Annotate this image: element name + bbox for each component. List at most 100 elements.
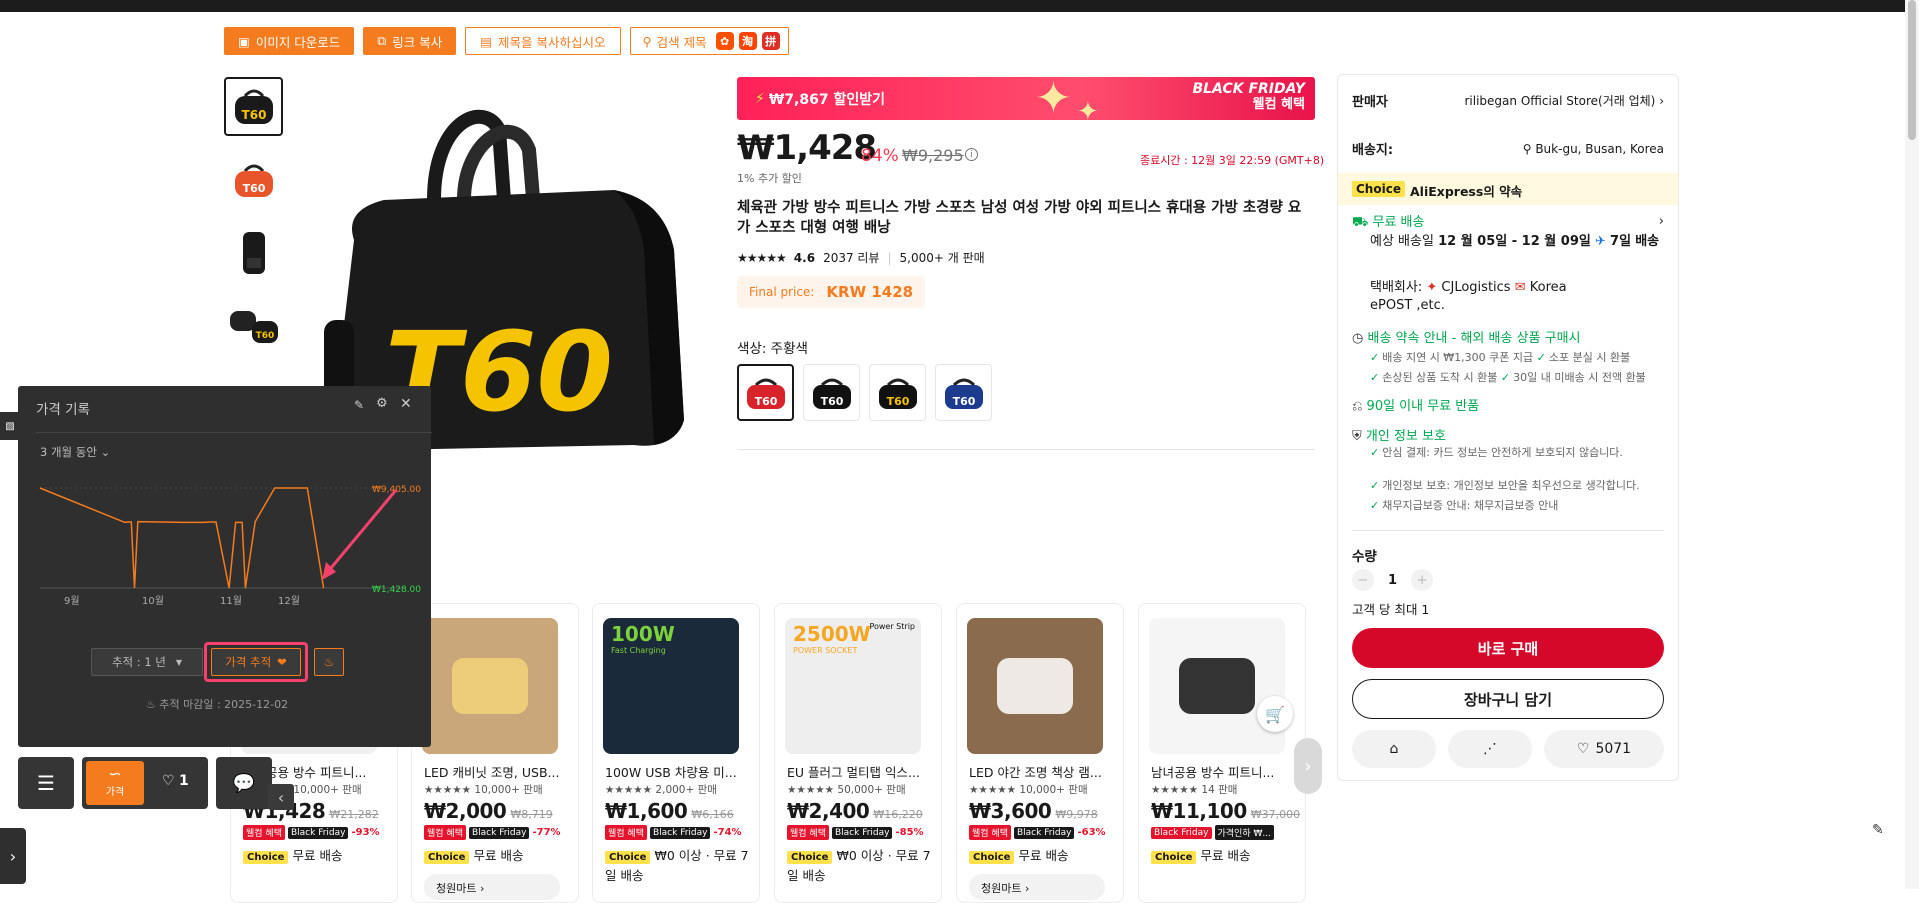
delivery-guarantee-link[interactable]: ◷ 배송 약속 안내 - 해외 배송 상품 구매시 bbox=[1352, 327, 1581, 346]
aliexpress-icon[interactable]: ✿ bbox=[715, 32, 734, 50]
swatch-black[interactable]: T60 bbox=[803, 364, 860, 421]
product-title[interactable]: LED 야간 조명 책상 램... bbox=[969, 762, 1114, 781]
sold-count: ★★★★★ 10,000+ 판매 bbox=[969, 784, 1088, 796]
product-image[interactable] bbox=[967, 618, 1103, 754]
search-title-button[interactable]: ⚲ 검색 제목 ✿ 淘 拼 bbox=[629, 27, 789, 55]
chevron-right-icon[interactable]: › bbox=[1659, 214, 1664, 229]
product-card[interactable]: 100W Fast Charging 100W USB 차량용 미... ★★★★★ … bbox=[592, 603, 760, 903]
choice-promise-bar: Choice AliExpress의 약속 bbox=[1338, 173, 1678, 205]
edit-icon[interactable]: ✎ bbox=[354, 398, 364, 412]
product-price: ₩1,600 ₩6,166 bbox=[605, 799, 734, 823]
purchase-sidebar: 판매자 rilibegan Official Store(거래 업체) › 배송… bbox=[1337, 74, 1679, 781]
product-title[interactable]: 100W USB 차량용 미... bbox=[605, 762, 750, 781]
buy-now-button[interactable]: 바로 구매 bbox=[1352, 628, 1664, 668]
menu-button[interactable]: ☰ bbox=[18, 757, 74, 809]
review-count[interactable]: 2037 리뷰 bbox=[823, 249, 879, 266]
minus-button[interactable]: − bbox=[1352, 569, 1374, 591]
heart-icon: ❤ bbox=[277, 655, 287, 669]
store-button[interactable]: ⌂ bbox=[1352, 730, 1436, 768]
ship-to-label: 배송지: bbox=[1352, 143, 1394, 158]
extension-toolbar: ▣ 이미지 다운로드 ⧉ 링크 복사 ▤ 제목을 복사하십시오 ⚲ 검색 제목 … bbox=[224, 27, 789, 55]
wishlist-button[interactable]: ♡ 5071 bbox=[1544, 730, 1664, 768]
product-image[interactable] bbox=[422, 618, 558, 754]
swatch-yellow[interactable]: T60 bbox=[869, 364, 926, 421]
thumbnail-3[interactable] bbox=[224, 223, 283, 282]
sold-count: ★★★★★ 2,000+ 판매 bbox=[605, 784, 717, 796]
pinduoduo-icon[interactable]: 拼 bbox=[761, 32, 780, 50]
trend-icon: ∽ bbox=[108, 764, 122, 783]
product-card[interactable]: LED 캐비닛 조명, USB... ★★★★★ 10,000+ 판매 ₩2,000… bbox=[411, 603, 579, 903]
download-images-button[interactable]: ▣ 이미지 다운로드 bbox=[224, 27, 355, 55]
expand-panel-button[interactable]: › bbox=[0, 828, 26, 884]
plus-button[interactable]: + bbox=[1411, 569, 1434, 591]
shipping-info: Choice 무료 배송 bbox=[1151, 847, 1301, 867]
product-title[interactable]: LED 캐비닛 조명, USB... bbox=[424, 762, 569, 781]
quantity-limit: 고객 당 최대 1 bbox=[1352, 602, 1430, 617]
svg-text:T60: T60 bbox=[886, 395, 909, 408]
bottom-group: ∽ 가격 ♡ 1 bbox=[82, 757, 208, 809]
product-tag: 2500W bbox=[793, 622, 871, 646]
swatch-red[interactable]: T60 bbox=[737, 364, 794, 421]
edit-page-icon[interactable]: ✎ bbox=[1872, 822, 1884, 838]
layers-icon: ☰ bbox=[37, 771, 55, 795]
quantity-value[interactable]: 1 bbox=[1388, 573, 1397, 588]
track-price-button[interactable]: 가격 추적 ❤ bbox=[211, 648, 301, 676]
carousel-next-button[interactable]: › bbox=[1294, 738, 1322, 794]
privacy-link[interactable]: ⛨ 개인 정보 보호 bbox=[1352, 425, 1446, 444]
seller-label: 판매자 bbox=[1352, 95, 1388, 110]
swatch-blue[interactable]: T60 bbox=[935, 364, 992, 421]
scrollbar-track[interactable] bbox=[1905, 0, 1919, 889]
chevron-left-icon: ‹ bbox=[277, 787, 285, 807]
gear-icon[interactable]: ⚙ bbox=[376, 396, 388, 411]
wishlist-count: 5071 bbox=[1595, 741, 1632, 757]
thumbnail-4[interactable]: T60 bbox=[224, 296, 283, 355]
choice-badge: Choice bbox=[1352, 181, 1405, 197]
product-title[interactable]: 남녀공용 방수 피트니... bbox=[1151, 762, 1296, 781]
truck-icon: ⛟ bbox=[1352, 215, 1369, 230]
month-tick-label: 12월 bbox=[278, 595, 300, 606]
product-title[interactable]: EU 플러그 멀티탭 익스... bbox=[787, 762, 932, 781]
price-tab-button[interactable]: ∽ 가격 bbox=[86, 761, 144, 805]
seller-name-link[interactable]: rilibegan Official Store(거래 업체) › bbox=[1465, 92, 1665, 109]
side-tab-icon[interactable]: ▧ bbox=[0, 412, 20, 440]
close-icon[interactable]: ✕ bbox=[400, 396, 412, 412]
discount-percent: 84% bbox=[861, 146, 899, 166]
promo-banner[interactable]: ⚡ ₩7,867 할인받기 ✦ ✦ BLACK FRIDAY 웰컴 혜택 bbox=[737, 77, 1315, 120]
add-to-cart-icon[interactable]: 🛒 bbox=[1257, 696, 1293, 732]
share-button[interactable]: ⋰ bbox=[1448, 730, 1532, 768]
store-link[interactable]: 청원마트 › bbox=[424, 874, 560, 900]
svg-text:T60: T60 bbox=[952, 395, 975, 408]
free-return-link[interactable]: ⎌ 90일 이내 무료 반품 bbox=[1352, 395, 1479, 414]
product-shape bbox=[1179, 658, 1255, 714]
chat-button[interactable]: 💬 bbox=[216, 757, 272, 809]
month-tick-label: 10월 bbox=[142, 595, 164, 606]
svg-text:T60: T60 bbox=[242, 182, 265, 195]
copy-link-button[interactable]: ⧉ 링크 복사 bbox=[363, 27, 457, 55]
product-price: ₩2,400 ₩16,220 bbox=[787, 799, 923, 823]
ship-to-location[interactable]: ⚲ Buk-gu, Busan, Korea bbox=[1523, 142, 1664, 156]
taobao-icon[interactable]: 淘 bbox=[738, 32, 757, 50]
thumbnail-1[interactable]: T60 bbox=[224, 77, 283, 136]
product-card[interactable]: LED 야간 조명 책상 램... ★★★★★ 10,000+ 판매 ₩3,600 ₩… bbox=[956, 603, 1124, 903]
carousel-prev-button[interactable]: ‹ bbox=[268, 784, 294, 810]
thumbnail-2[interactable]: T60 bbox=[224, 150, 283, 209]
track-period-select[interactable]: 추적 : 1 년 ▼ bbox=[91, 648, 203, 676]
product-image[interactable] bbox=[1149, 618, 1285, 754]
period-select[interactable]: 3 개월 동안 ⌄ bbox=[40, 444, 110, 460]
copy-title-button[interactable]: ▤ 제목을 복사하십시오 bbox=[465, 27, 621, 55]
product-card[interactable]: 2500W POWER SOCKET Power Strip EU 플러그 멀티탭 익… bbox=[774, 603, 942, 903]
original-price: ₩9,295 bbox=[902, 146, 964, 165]
scrollbar-thumb[interactable] bbox=[1908, 0, 1916, 140]
store-link[interactable]: 청원마트 › bbox=[969, 874, 1105, 900]
like-button[interactable]: ♡ 1 bbox=[162, 773, 189, 789]
product-card[interactable]: 남녀공용 방수 피트니... ★★★★★ 14 판매 ₩11,100 ₩37,000 B… bbox=[1138, 603, 1306, 903]
badges: 웰컴 혜택 Black Friday -77% bbox=[424, 825, 561, 840]
info-icon[interactable]: i bbox=[965, 148, 978, 161]
product-image[interactable]: 100W Fast Charging bbox=[603, 618, 739, 754]
product-image[interactable]: 2500W POWER SOCKET Power Strip bbox=[785, 618, 921, 754]
badges: 웰컴 혜택 Black Friday -63% bbox=[969, 825, 1106, 840]
free-shipping[interactable]: ⛟ 무료 배송 bbox=[1352, 211, 1424, 232]
svg-text:T60: T60 bbox=[820, 395, 843, 408]
bell-icon[interactable]: ♨ bbox=[314, 648, 344, 676]
add-to-cart-button[interactable]: 장바구니 담기 bbox=[1352, 679, 1664, 719]
